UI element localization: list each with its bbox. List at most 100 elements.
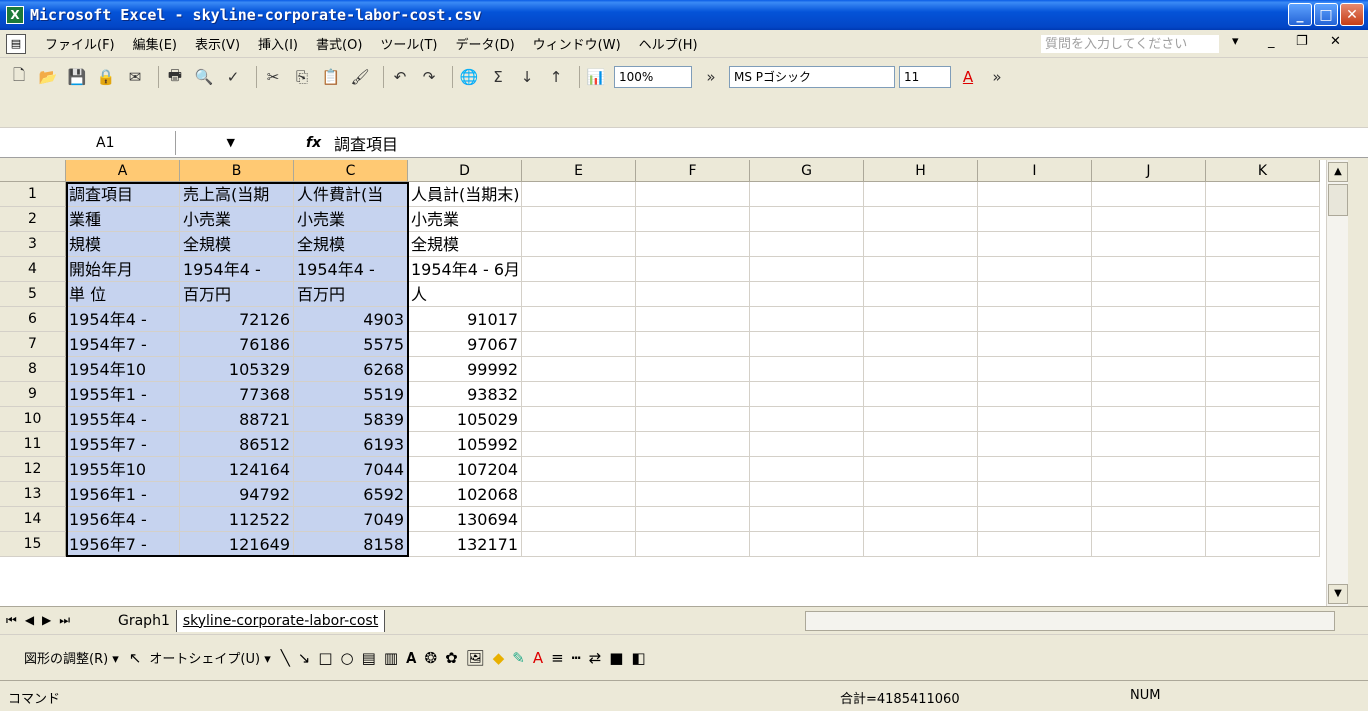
rectangle-icon[interactable]: □ (318, 649, 332, 667)
column-header-d[interactable]: D (408, 160, 522, 182)
cell[interactable] (864, 432, 978, 457)
name-box-dropdown-icon[interactable]: ▼ (227, 131, 235, 155)
cell[interactable] (1206, 382, 1320, 407)
cell[interactable] (750, 357, 864, 382)
autosum-icon[interactable]: Σ (487, 66, 509, 88)
cell[interactable] (978, 307, 1092, 332)
prev-sheet-icon[interactable]: ◀ (25, 613, 34, 628)
cell[interactable]: 全規模 (180, 232, 294, 257)
cell[interactable] (1206, 482, 1320, 507)
cell[interactable] (636, 282, 750, 307)
next-sheet-icon[interactable]: ▶ (42, 613, 51, 628)
cell[interactable] (1092, 357, 1206, 382)
cell[interactable] (636, 532, 750, 557)
cell[interactable] (636, 357, 750, 382)
vertical-scroll-thumb[interactable] (1328, 184, 1348, 216)
cell[interactable]: 6193 (294, 432, 408, 457)
sort-ascending-icon[interactable]: ↓ (516, 66, 538, 88)
cell[interactable]: 5575 (294, 332, 408, 357)
cell[interactable] (1092, 482, 1206, 507)
cell[interactable]: 1954年7 - (66, 332, 180, 357)
cell[interactable]: 86512 (180, 432, 294, 457)
cell[interactable] (1206, 407, 1320, 432)
cell[interactable]: 百万円 (294, 282, 408, 307)
cell[interactable] (522, 207, 636, 232)
cell[interactable]: 6268 (294, 357, 408, 382)
column-header-f[interactable]: F (636, 160, 750, 182)
cell[interactable] (1092, 507, 1206, 532)
cell[interactable] (522, 482, 636, 507)
last-sheet-icon[interactable]: ⏭ (59, 613, 70, 628)
cell[interactable] (864, 482, 978, 507)
vertical-scrollbar[interactable]: ▲ ▼ (1326, 160, 1348, 606)
cell[interactable] (636, 182, 750, 207)
cell[interactable] (978, 207, 1092, 232)
cell[interactable]: 72126 (180, 307, 294, 332)
formula-input[interactable]: 調査項目 (334, 131, 398, 155)
cell[interactable] (1092, 307, 1206, 332)
cell[interactable]: 112522 (180, 507, 294, 532)
column-header-i[interactable]: I (978, 160, 1092, 182)
cell[interactable]: 人員計(当期末) (408, 182, 522, 207)
cell[interactable]: 1956年7 - (66, 532, 180, 557)
cell[interactable]: 売上高(当期 (180, 182, 294, 207)
row-header[interactable]: 4 (0, 257, 66, 282)
new-icon[interactable]: 🗋 (8, 66, 30, 88)
cell[interactable] (636, 482, 750, 507)
menu-help[interactable]: ヘルプ(H) (630, 34, 707, 53)
cell[interactable]: 105329 (180, 357, 294, 382)
cell[interactable]: 5519 (294, 382, 408, 407)
document-icon[interactable]: ▤ (6, 33, 26, 54)
cell[interactable] (864, 357, 978, 382)
cell[interactable]: 132171 (408, 532, 522, 557)
cell[interactable]: 1954年4 - (66, 307, 180, 332)
cell[interactable]: 91017 (408, 307, 522, 332)
cell[interactable] (522, 332, 636, 357)
horizontal-scrollbar[interactable] (805, 611, 1335, 631)
menu-file[interactable]: ファイル(F) (36, 34, 124, 53)
format-painter-icon[interactable]: 🖌 (349, 66, 371, 88)
cell[interactable]: 121649 (180, 532, 294, 557)
cell[interactable] (750, 232, 864, 257)
cell[interactable] (1206, 182, 1320, 207)
cell[interactable] (522, 307, 636, 332)
row-header[interactable]: 1 (0, 182, 66, 207)
copy-icon[interactable]: ⎘ (291, 66, 313, 88)
menu-view[interactable]: 表示(V) (186, 34, 249, 53)
cell[interactable] (978, 507, 1092, 532)
cell[interactable]: 124164 (180, 457, 294, 482)
cell[interactable] (1206, 307, 1320, 332)
cell[interactable] (978, 182, 1092, 207)
column-header-b[interactable]: B (180, 160, 294, 182)
cell[interactable] (522, 507, 636, 532)
cell[interactable]: 130694 (408, 507, 522, 532)
cell[interactable] (864, 332, 978, 357)
open-icon[interactable]: 📂 (37, 66, 59, 88)
cell[interactable] (864, 232, 978, 257)
cell[interactable] (522, 432, 636, 457)
cell[interactable]: 97067 (408, 332, 522, 357)
menu-edit[interactable]: 編集(E) (124, 34, 186, 53)
row-header[interactable]: 15 (0, 532, 66, 557)
cell[interactable] (1206, 357, 1320, 382)
cell[interactable]: 人件費計(当 (294, 182, 408, 207)
shadow-icon[interactable]: ■ (609, 649, 623, 667)
line-color-icon[interactable]: ✎ (512, 649, 525, 667)
cell[interactable] (978, 407, 1092, 432)
cell[interactable] (978, 357, 1092, 382)
help-dropdown-icon[interactable]: ▾ (1232, 34, 1239, 49)
cell[interactable] (1092, 182, 1206, 207)
cell[interactable]: 88721 (180, 407, 294, 432)
fill-color-icon[interactable]: ◆ (493, 649, 505, 667)
cell[interactable] (978, 382, 1092, 407)
cell[interactable] (978, 482, 1092, 507)
draw-adjust-menu[interactable]: 図形の調整(R) ▾ (24, 648, 119, 667)
cell[interactable] (636, 332, 750, 357)
cell[interactable]: 単 位 (66, 282, 180, 307)
save-icon[interactable]: 💾 (66, 66, 88, 88)
cell[interactable]: 99992 (408, 357, 522, 382)
undo-icon[interactable]: ↶ (389, 66, 411, 88)
cell[interactable]: 全規模 (294, 232, 408, 257)
cell[interactable] (978, 532, 1092, 557)
cell[interactable]: 93832 (408, 382, 522, 407)
